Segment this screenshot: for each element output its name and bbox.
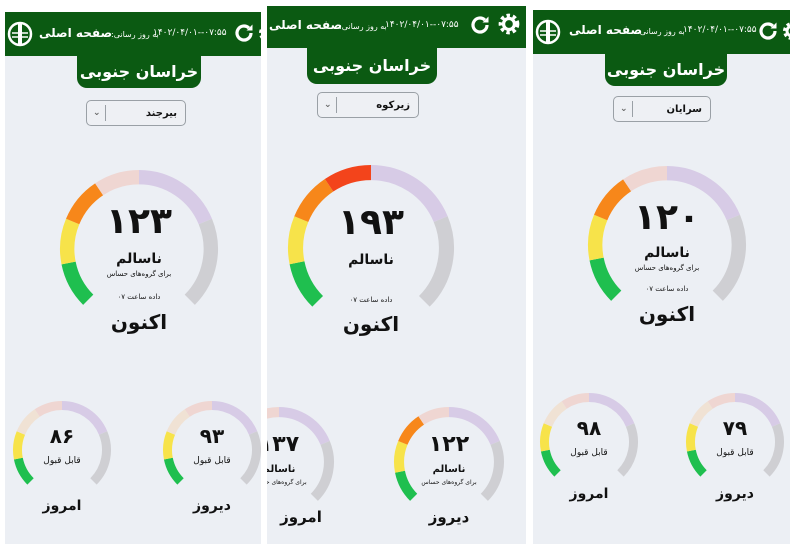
app-screen-zirkouh: صفحه اصلی به روز رسانی: ۱۴۰۲/۰۴/۰۱--۰۷:۵… (267, 6, 526, 544)
gauge-segment-unhealthy (623, 166, 668, 192)
refresh-icon[interactable] (467, 12, 493, 38)
city-select-value: سرایان (666, 103, 702, 115)
gauge-label-now: اکنون (110, 310, 168, 334)
gauge-label-yesterday: دیروز (193, 498, 231, 514)
select-divider (335, 97, 337, 113)
app-screen-sarayan: صفحه اصلی به روز رسانی: ۱۴۰۲/۰۴/۰۱--۰۷:۵… (533, 10, 790, 544)
logo-icon (7, 19, 33, 49)
refresh-icon[interactable] (755, 18, 781, 44)
province-tab[interactable]: خراسان جنوبی (77, 54, 201, 88)
gauge-label-now: اکنون (342, 312, 400, 336)
aqi-value: ۹۳ (199, 424, 225, 448)
chevron-down-icon: ⌄ (93, 108, 101, 118)
gear-icon[interactable] (779, 18, 790, 44)
gauge-label-yesterday: دیروز (716, 486, 754, 502)
select-divider (631, 101, 633, 117)
gauge-segment-unhealthy (418, 407, 450, 425)
gauge-segment-unhealthy (95, 170, 140, 196)
aqi-value: ۱۲۲ (428, 432, 470, 457)
gauge-label-today: امروز (569, 486, 609, 502)
aqi-status: ناسالم (348, 252, 394, 268)
aqi-gauge-now: ۱۹۳ ناسالم داده ساعت ۰۷ (287, 164, 455, 310)
app-screen-birjand: صفحه اصلی به روز رسانی: ۱۴۰۲/۰۴/۰۱--۰۷:۵… (5, 12, 261, 544)
aqi-status: ناسالم (267, 464, 296, 475)
gear-icon[interactable] (496, 11, 522, 37)
gauge-segment-unhealthy (34, 401, 63, 417)
aqi-value: ۱۹۳ (338, 202, 404, 243)
home-link[interactable]: صفحه اصلی (269, 18, 342, 32)
city-select[interactable]: زیرکوه ⌄ (317, 92, 419, 118)
gear-icon[interactable] (255, 20, 261, 46)
updated-label: به روز رسانی: (111, 30, 159, 39)
aqi-status-sub: برای گروه‌های حساس (634, 264, 700, 272)
data-time: داده ساعت ۰۷ (645, 285, 689, 293)
aqi-status: قابل قبول (716, 448, 754, 458)
aqi-status: ناسالم (116, 251, 162, 267)
gauge-label-today: امروز (42, 498, 82, 514)
aqi-value: ۸۶ (49, 424, 75, 448)
gauge-label-today: امروز (280, 508, 322, 526)
updated-label: به روز رسانی: (637, 27, 685, 36)
refresh-icon[interactable] (231, 20, 257, 46)
aqi-gauge-now: ۱۲۰ ناسالم برای گروه‌های حساس داده ساعت … (587, 165, 747, 305)
top-bar: صفحه اصلی به روز رسانی: ۱۴۰۲/۰۴/۰۱--۰۷:۵… (533, 10, 790, 54)
aqi-gauge-yesterday: ۱۲۲ ناسالم برای گروه‌های حساس (393, 406, 505, 506)
logo-icon (535, 17, 561, 47)
city-select-value: زیرکوه (376, 99, 410, 111)
aqi-gauge-today: ۱۳۷ ناسالم برای گروه‌های حساس (267, 406, 335, 506)
aqi-gauge-today: ۹۸ قابل قبول (539, 392, 639, 480)
aqi-value: ۷۹ (722, 416, 748, 440)
update-timestamp: ۱۴۰۲/۰۴/۰۱--۰۷:۵۵ (683, 25, 757, 35)
aqi-status-sub: برای گروه‌های حساس (421, 479, 477, 486)
aqi-status: قابل قبول (193, 456, 231, 466)
province-tab[interactable]: خراسان جنوبی (605, 52, 727, 86)
aqi-value: ۱۲۳ (106, 201, 172, 242)
gauge-label-yesterday: دیروز (428, 508, 470, 526)
aqi-status: ناسالم (644, 245, 690, 261)
aqi-value: ۱۲۰ (634, 197, 700, 238)
chevron-down-icon: ⌄ (324, 100, 332, 110)
home-link[interactable]: صفحه اصلی (569, 23, 642, 37)
aqi-status-sub: برای گروه‌های حساس (267, 479, 307, 486)
city-select[interactable]: سرایان ⌄ (613, 96, 711, 122)
aqi-value: ۱۳۷ (267, 432, 300, 457)
gauge-segment-unhealthy (707, 393, 736, 409)
aqi-status: ناسالم (432, 464, 466, 475)
gauge-segment-unhealthy (324, 165, 372, 192)
aqi-gauge-now: ۱۲۳ ناسالم برای گروه‌های حساس داده ساعت … (59, 169, 219, 309)
gauge-segment-unhealthy (561, 393, 590, 409)
updated-label: به روز رسانی: (339, 22, 387, 31)
aqi-value: ۹۸ (576, 416, 602, 440)
aqi-status: قابل قبول (43, 456, 81, 466)
province-tab[interactable]: خراسان جنوبی (307, 46, 437, 84)
aqi-gauge-today: ۸۶ قابل قبول (12, 400, 112, 488)
city-select[interactable]: بیرجند ⌄ (86, 100, 186, 126)
gauge-segment-unhealthy (267, 407, 280, 419)
data-time: داده ساعت ۰۷ (349, 296, 393, 304)
top-bar: صفحه اصلی به روز رسانی: ۱۴۰۲/۰۴/۰۱--۰۷:۵… (5, 12, 261, 56)
select-divider (104, 105, 106, 121)
home-link[interactable]: صفحه اصلی (39, 26, 112, 40)
gauge-label-now: اکنون (638, 302, 696, 326)
aqi-status-sub: برای گروه‌های حساس (106, 270, 172, 278)
aqi-status: قابل قبول (570, 448, 608, 458)
data-time: داده ساعت ۰۷ (117, 293, 161, 301)
gauge-segment-unhealthy (184, 401, 213, 417)
city-select-value: بیرجند (145, 107, 177, 119)
chevron-down-icon: ⌄ (620, 104, 628, 114)
top-bar: صفحه اصلی به روز رسانی: ۱۴۰۲/۰۴/۰۱--۰۷:۵… (267, 6, 526, 48)
aqi-gauge-yesterday: ۹۳ قابل قبول (162, 400, 261, 488)
update-timestamp: ۱۴۰۲/۰۴/۰۱--۰۷:۵۵ (385, 20, 459, 30)
aqi-gauge-yesterday: ۷۹ قابل قبول (685, 392, 785, 480)
update-timestamp: ۱۴۰۲/۰۴/۰۱--۰۷:۵۵ (153, 28, 227, 38)
